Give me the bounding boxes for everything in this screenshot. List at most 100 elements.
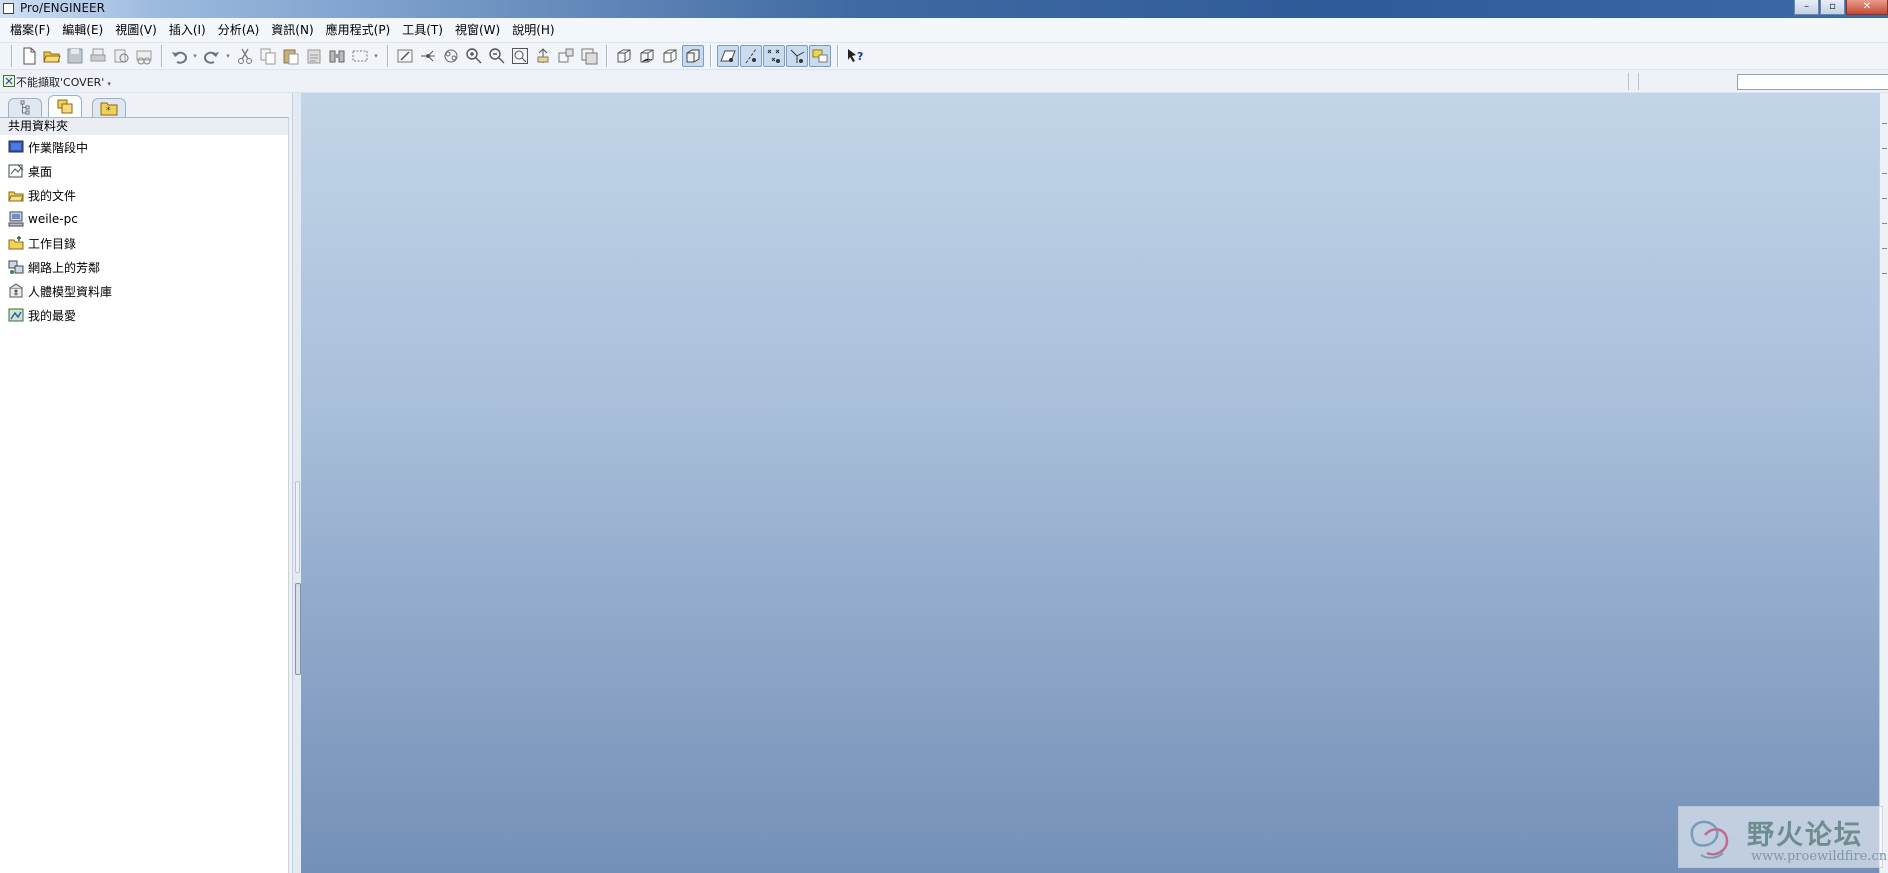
status-divider [1638,73,1639,90]
list-item[interactable]: 網路上的芳鄰 [0,255,288,279]
minimize-button[interactable]: – [1794,0,1819,15]
cut-icon[interactable] [234,45,256,67]
splitter-grip[interactable] [295,481,300,573]
refit-icon[interactable] [509,45,531,67]
working-directory-icon [8,235,24,251]
list-item-label: 工作目錄 [28,236,77,251]
paste-icon[interactable] [280,45,302,67]
print-preview-icon[interactable] [110,45,132,67]
layers-icon[interactable] [578,45,600,67]
right-toolbar-strip [1879,93,1888,873]
no-hidden-icon[interactable] [659,45,681,67]
datum-points-icon[interactable] [763,45,785,67]
menu-window[interactable]: 視窗(W) [449,20,506,40]
navigator-splitter[interactable] [292,93,301,873]
zoom-out-icon[interactable] [486,45,508,67]
list-item-label: 人體模型資料庫 [28,284,113,299]
menu-view[interactable]: 視圖(V) [109,20,163,40]
close-button[interactable]: ✕ [1846,0,1888,15]
watermark-logo-icon [1690,820,1729,859]
spin-center-icon[interactable] [417,45,439,67]
shading-icon[interactable] [682,45,704,67]
model-tree-icon [20,100,30,115]
maximize-button[interactable]: ▫ [1820,0,1845,15]
graphics-window[interactable] [301,93,1879,873]
message-strip: 不能擷取'COVER' ▾ [0,69,1888,93]
watermark-brand: 野火论坛 [1747,820,1863,851]
computer-icon [8,211,24,227]
desktop-icon [8,163,24,179]
menu-insert[interactable]: 插入(I) [163,20,212,40]
list-item-label: 桌面 [28,164,53,179]
watermark: 野火论坛 www.proewildfire.cn [1678,806,1887,868]
menu-bar: 檔案(F) 編輯(E) 視圖(V) 插入(I) 分析(A) 資訊(N) 應用程式… [0,18,1888,43]
save-icon[interactable] [64,45,86,67]
status-icon [3,75,15,87]
menu-help[interactable]: 說明(H) [506,20,560,40]
documents-icon [8,187,24,203]
favorites-folder-icon: * [100,102,118,116]
status-dropdown-arrow[interactable]: ▾ [107,80,111,88]
common-folders-header: 共用資料夾 [0,118,288,135]
send-mail-icon[interactable] [133,45,155,67]
zoom-in-icon[interactable] [463,45,485,67]
list-item-label: weile-pc [28,212,78,226]
wireframe-icon[interactable] [613,45,635,67]
search-input[interactable] [1737,74,1888,90]
list-item[interactable]: 桌面 [0,159,288,183]
menu-tools[interactable]: 工具(T) [396,20,449,40]
folder-list: 作業階段中 桌面 我的文件 weile-pc 工作目錄 網路上的芳鄰 人體模型資… [0,135,288,327]
repaint-icon[interactable] [394,45,416,67]
model-tree-tab[interactable] [8,98,42,117]
saved-views-icon[interactable] [555,45,577,67]
coord-systems-icon[interactable] [786,45,808,67]
redo-dropdown[interactable]: ▾ [224,45,232,67]
watermark-url: www.proewildfire.cn [1751,849,1888,864]
redo-icon[interactable] [201,45,223,67]
menu-analysis[interactable]: 分析(A) [212,20,266,40]
reorient-icon[interactable] [532,45,554,67]
select-box-icon[interactable] [349,45,371,67]
list-item[interactable]: 工作目錄 [0,231,288,255]
datum-axes-icon[interactable] [740,45,762,67]
list-item-label: 作業階段中 [28,140,89,155]
list-item[interactable]: 作業階段中 [0,135,288,159]
list-item[interactable]: 我的文件 [0,183,288,207]
copy-icon[interactable] [257,45,279,67]
orient-icon[interactable] [440,45,462,67]
manikin-library-icon [8,283,24,299]
svg-text:?: ? [857,50,863,63]
undo-icon[interactable] [168,45,190,67]
main-toolbar: ▾ ▾ ▾ ? [0,43,1888,69]
print-icon[interactable] [87,45,109,67]
paste-special-icon[interactable] [303,45,325,67]
menu-file[interactable]: 檔案(F) [4,20,56,40]
folder-browser-tab[interactable] [48,95,82,117]
list-item[interactable]: 我的最愛 [0,303,288,327]
svg-text:*: * [106,106,111,116]
context-help-icon[interactable]: ? [844,45,866,67]
status-divider [1628,73,1629,90]
list-item[interactable]: weile-pc [0,207,288,231]
navigator-panel: * 共用資料夾 作業階段中 桌面 我的文件 weile-pc 工作目錄 網路上的… [0,93,292,873]
session-icon [8,139,24,155]
new-file-icon[interactable] [18,45,40,67]
open-folder-icon[interactable] [41,45,63,67]
select-dropdown[interactable]: ▾ [372,45,380,67]
menu-edit[interactable]: 編輯(E) [56,20,109,40]
regenerate-icon[interactable] [326,45,348,67]
list-item-label: 網路上的芳鄰 [28,260,101,275]
menu-info[interactable]: 資訊(N) [265,20,319,40]
list-item[interactable]: 人體模型資料庫 [0,279,288,303]
undo-dropdown[interactable]: ▾ [191,45,199,67]
status-message: 不能擷取'COVER' ▾ [16,74,111,90]
datum-planes-icon[interactable] [717,45,739,67]
toolbar-separator [606,45,608,67]
folder-browser-panel: 共用資料夾 作業階段中 桌面 我的文件 weile-pc 工作目錄 網路上的芳鄰… [0,117,289,873]
menu-applications[interactable]: 應用程式(P) [320,20,397,40]
window-title: Pro/ENGINEER [20,1,105,15]
favorites-tab[interactable]: * [92,98,126,117]
hidden-line-icon[interactable] [636,45,658,67]
network-icon [8,259,24,275]
annotations-icon[interactable] [809,45,831,67]
